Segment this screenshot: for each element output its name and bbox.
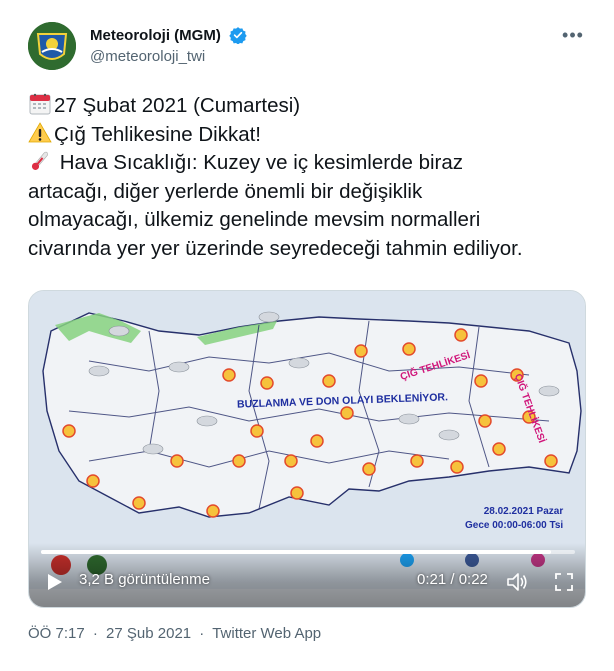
tweet-date-text: 27 Şubat 2021 (Cumartesi): [54, 94, 301, 117]
tweet-line-temp: Hava Sıcaklığı: Kuzey ve iç kesimlerde b…: [28, 149, 588, 178]
calendar-icon: [29, 93, 51, 115]
avatar[interactable]: [28, 22, 76, 70]
more-options-button[interactable]: •••: [560, 26, 586, 48]
display-name[interactable]: Meteoroloji (MGM): [90, 27, 221, 44]
meta-separator: ·: [92, 625, 98, 642]
meta-separator: ·: [199, 625, 205, 642]
video-progress-bar[interactable]: [41, 550, 575, 554]
verified-badge-icon: [229, 27, 247, 44]
tweet-source-link[interactable]: Twitter Web App: [212, 625, 321, 642]
fullscreen-button[interactable]: [553, 571, 575, 593]
tweet-meta: ÖÖ 7:17 · 27 Şub 2021 · Twitter Web App: [28, 625, 321, 642]
tweet-date-link[interactable]: 27 Şub 2021: [106, 625, 191, 642]
view-count: 3,2 B görüntülenme: [79, 571, 210, 588]
thermometer-icon: [31, 151, 49, 170]
tweet-line-6: civarında yer yer üzerinde seyredeceği t…: [28, 236, 523, 260]
video-player[interactable]: BUZLANMA VE DON OLAYI BEKLENİYOR. ÇIĞ TE…: [28, 290, 586, 608]
tweet-temp-text: Hava Sıcaklığı: Kuzey ve iç kesimlerde b…: [54, 151, 464, 174]
handle[interactable]: @meteoroloji_twi: [90, 48, 247, 65]
warning-icon: [28, 121, 52, 142]
volume-muted-button[interactable]: [505, 571, 529, 593]
tweet-line-warning: Çığ Tehlikesine Dikkat!: [28, 121, 588, 150]
video-progress-fill: [41, 550, 551, 554]
tweet-time-link[interactable]: ÖÖ 7:17: [28, 625, 85, 642]
tweet-line-4: artacağı, diğer yerlerde önemli bir deği…: [28, 179, 423, 203]
tweet-line-5: olmayacağı, ülkemiz genelinde mevsim nor…: [28, 208, 481, 231]
tweet-header: Meteoroloji (MGM) @meteoroloji_twi •••: [28, 22, 588, 74]
tweet-warning-text: Çığ Tehlikesine Dikkat!: [54, 122, 261, 146]
forecast-time-range: Gece 00:00-06:00 Tsi: [465, 520, 564, 531]
forecast-date-stamp: 28.02.2021 Pazar Gece 00:00-06:00 Tsi: [465, 505, 563, 533]
account-name-block: Meteoroloji (MGM) @meteoroloji_twi: [90, 26, 247, 65]
play-button[interactable]: [43, 571, 65, 593]
tweet-text: 27 Şubat 2021 (Cumartesi) Çığ Tehlikesin…: [28, 92, 588, 263]
tweet: Meteoroloji (MGM) @meteoroloji_twi ••• 2…: [0, 0, 614, 671]
tweet-line-date: 27 Şubat 2021 (Cumartesi): [28, 92, 588, 121]
mgm-logo-icon: [28, 22, 76, 70]
video-time: 0:21 / 0:22: [417, 571, 488, 588]
forecast-date: 28.02.2021 Pazar: [483, 506, 564, 517]
